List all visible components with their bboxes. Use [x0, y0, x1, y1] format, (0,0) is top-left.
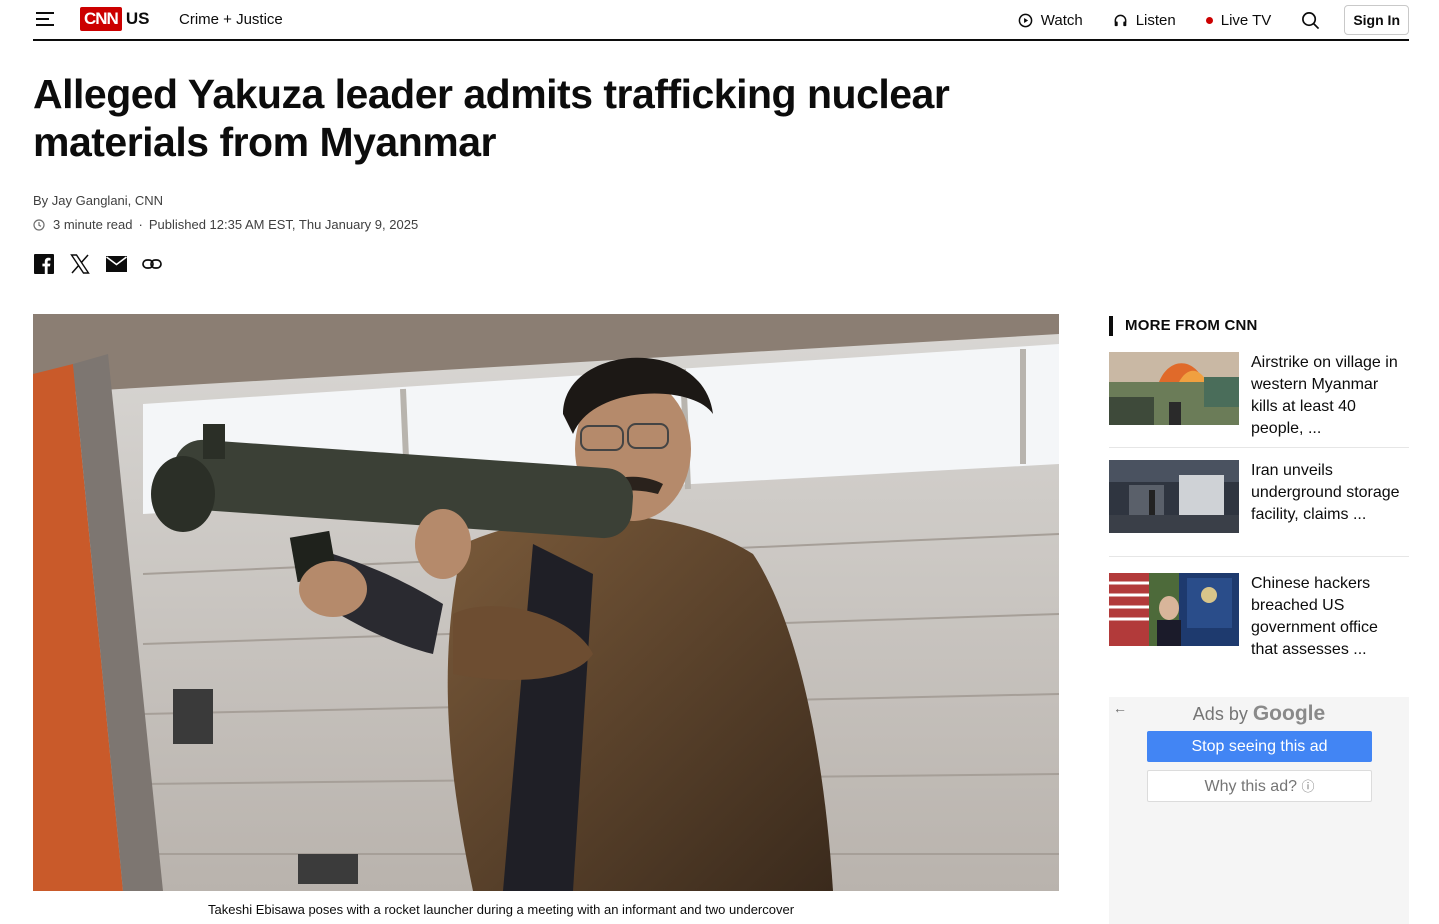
x-icon[interactable]	[69, 253, 91, 275]
share-bar	[33, 253, 177, 275]
byline[interactable]: By Jay Ganglani, CNN	[33, 193, 163, 208]
link-icon[interactable]	[141, 253, 163, 275]
story-thumbnail[interactable]	[1109, 573, 1239, 646]
why-this-ad-button[interactable]: Why this ad? ⓘ	[1147, 770, 1372, 802]
nav-actions: Watch Listen Live TV Sign In	[1018, 5, 1409, 35]
search-icon	[1302, 11, 1320, 29]
read-time: 3 minute read	[53, 217, 133, 232]
ads-by-label: Ads by	[1192, 704, 1248, 724]
more-from-cnn-title: MORE FROM CNN	[1109, 316, 1258, 336]
google-wordmark: Google	[1252, 702, 1326, 725]
live-tv-link[interactable]: Live TV	[1205, 11, 1272, 29]
hero-photo[interactable]	[33, 314, 1059, 891]
play-circle-icon	[1018, 13, 1033, 27]
sidebar-story[interactable]: Airstrike on village in western Myanmar …	[1109, 352, 1409, 437]
listen-link[interactable]: Listen	[1113, 12, 1176, 29]
article-headline: Alleged Yakuza leader admits trafficking…	[33, 71, 950, 165]
photo-caption: Takeshi Ebisawa poses with a rocket laun…	[208, 902, 795, 917]
stop-seeing-ad-button[interactable]: Stop seeing this ad	[1147, 731, 1372, 762]
story-headline[interactable]: Airstrike on village in western Myanmar …	[1251, 352, 1409, 440]
clock-icon	[33, 218, 45, 231]
edition-label: US	[125, 9, 150, 28]
story-headline[interactable]: Chinese hackers breached US government o…	[1251, 573, 1409, 661]
divider	[1109, 447, 1409, 448]
logo-mark: CNN	[80, 7, 122, 31]
listen-label: Listen	[1135, 11, 1176, 29]
search-button[interactable]	[1301, 11, 1320, 30]
story-thumbnail[interactable]	[1109, 460, 1239, 533]
email-icon[interactable]	[105, 253, 127, 275]
ads-by-google: Ads by Google	[1109, 702, 1409, 726]
divider	[1109, 556, 1409, 557]
meta-separator: ·	[138, 217, 143, 232]
published-timestamp: Published 12:35 AM EST, Thu January 9, 2…	[148, 217, 419, 232]
sign-in-button[interactable]: Sign In	[1344, 5, 1409, 35]
facebook-icon[interactable]	[33, 253, 55, 275]
top-navigation: CNN US Crime + Justice Watch Listen Live…	[33, 0, 1409, 41]
menu-icon[interactable]	[36, 12, 54, 26]
sidebar-story[interactable]: Chinese hackers breached US government o…	[1109, 573, 1409, 658]
watch-label: Watch	[1040, 11, 1083, 29]
cnn-logo[interactable]: CNN US	[80, 7, 149, 31]
live-tv-label: Live TV	[1220, 11, 1272, 29]
why-this-ad-label: Why this ad?	[1204, 778, 1297, 795]
headphones-icon	[1114, 14, 1127, 26]
watch-link[interactable]: Watch	[1018, 12, 1083, 29]
info-icon: ⓘ	[1301, 779, 1315, 794]
article-meta: 3 minute read · Published 12:35 AM EST, …	[33, 217, 418, 232]
sidebar-story[interactable]: Iran unveils underground storage facilit…	[1109, 460, 1409, 540]
story-headline[interactable]: Iran unveils underground storage facilit…	[1251, 460, 1409, 526]
story-thumbnail[interactable]	[1109, 352, 1239, 425]
live-dot-icon	[1205, 16, 1213, 24]
section-link[interactable]: Crime + Justice	[179, 11, 283, 28]
hero-illustration	[33, 314, 1059, 891]
ad-panel: ← Ads by Google Stop seeing this ad Why …	[1109, 697, 1409, 924]
